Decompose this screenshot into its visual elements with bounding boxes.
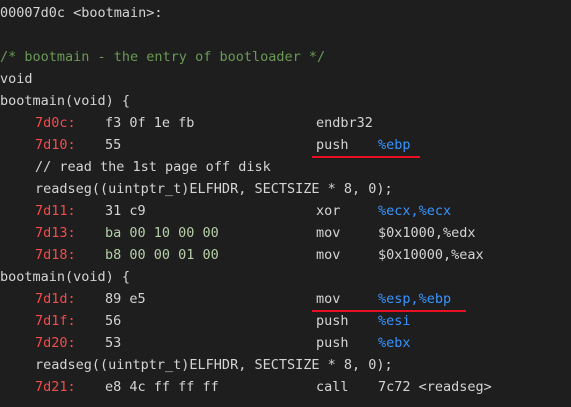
asm-operands: %ecx,%ecx <box>378 203 452 219</box>
asm-mnemonic: push <box>316 313 349 329</box>
asm-mnemonic: xor <box>316 203 341 219</box>
asm-line: 7d21: e8 4c ff ff ff call 7c72 <readseg> <box>0 376 492 398</box>
source-comment-text: /* bootmain - the entry of bootloader */ <box>0 49 326 65</box>
return-type-text: void <box>0 71 33 87</box>
source-line: // read the 1st page off disk <box>0 156 271 178</box>
asm-address: 7d18: <box>35 247 76 263</box>
function-signature-text: bootmain(void) { <box>0 93 131 109</box>
asm-bytes: f3 0f 1e fb <box>105 115 195 131</box>
asm-operands: 7c72 <readseg> <box>378 379 492 395</box>
asm-mnemonic: mov <box>316 225 341 241</box>
asm-address: 7d0c: <box>35 115 76 131</box>
asm-bytes: 56 <box>105 313 122 329</box>
asm-operands: %esp,%ebp <box>378 291 452 307</box>
asm-line: 7d1d: 89 e5 mov %esp,%ebp <box>0 288 451 310</box>
asm-bytes: 53 <box>105 335 122 351</box>
highlight-underline <box>312 156 420 158</box>
disassembly-view: 00007d0c <bootmain>: /* bootmain - the e… <box>0 0 571 407</box>
function-header: 00007d0c <bootmain>: <box>0 2 163 24</box>
return-type: void <box>0 68 33 90</box>
asm-operands: %ebx <box>378 335 411 351</box>
source-line: readseg((uintptr_t)ELFHDR, SECTSIZE * 8,… <box>0 354 393 376</box>
asm-address: 7d11: <box>35 203 76 219</box>
asm-operands: %ebp <box>378 137 411 153</box>
asm-address: 7d1f: <box>35 313 76 329</box>
asm-line: 7d1f: 56 push %esi <box>0 310 411 332</box>
asm-line: 7d11: 31 c9 xor %ecx,%ecx <box>0 200 451 222</box>
asm-bytes: e8 4c ff ff ff <box>105 379 219 395</box>
function-signature-text: bootmain(void) { <box>0 269 131 285</box>
asm-bytes: 31 c9 <box>105 203 146 219</box>
asm-operands: $0x1000,%edx <box>378 225 476 241</box>
asm-line: 7d0c: f3 0f 1e fb endbr32 <box>0 112 373 134</box>
asm-line: 7d18: b8 00 00 01 00 mov $0x10000,%eax <box>0 244 484 266</box>
source-comment: /* bootmain - the entry of bootloader */ <box>0 46 325 68</box>
asm-bytes: b8 00 00 01 00 <box>105 247 219 263</box>
asm-mnemonic: mov <box>316 247 341 263</box>
asm-mnemonic: mov <box>316 291 341 307</box>
source-line: readseg((uintptr_t)ELFHDR, SECTSIZE * 8,… <box>0 178 393 200</box>
asm-mnemonic: call <box>316 379 349 395</box>
asm-line: 7d10: 55 push %ebp <box>0 134 411 156</box>
asm-address: 7d10: <box>35 137 76 153</box>
asm-address: 7d20: <box>35 335 76 351</box>
asm-line: 7d13: ba 00 10 00 00 mov $0x1000,%edx <box>0 222 476 244</box>
source-line-text: readseg((uintptr_t)ELFHDR, SECTSIZE * 8,… <box>35 357 393 373</box>
source-line-text: readseg((uintptr_t)ELFHDR, SECTSIZE * 8,… <box>35 181 393 197</box>
asm-address: 7d13: <box>35 225 76 241</box>
function-signature: bootmain(void) { <box>0 90 130 112</box>
asm-bytes: ba 00 10 00 00 <box>105 225 219 241</box>
source-line-text: // read the 1st page off disk <box>35 159 271 175</box>
asm-mnemonic: push <box>316 335 349 351</box>
asm-operands: %esi <box>378 313 411 329</box>
function-header-label: 00007d0c <bootmain>: <box>0 5 163 21</box>
asm-line: 7d20: 53 push %ebx <box>0 332 411 354</box>
asm-address: 7d1d: <box>35 291 76 307</box>
asm-mnemonic: push <box>316 137 349 153</box>
asm-operands: $0x10000,%eax <box>378 247 484 263</box>
function-signature: bootmain(void) { <box>0 266 130 288</box>
asm-bytes: 55 <box>105 137 122 153</box>
asm-bytes: 89 e5 <box>105 291 146 307</box>
asm-address: 7d21: <box>35 379 76 395</box>
asm-mnemonic: endbr32 <box>316 115 373 131</box>
